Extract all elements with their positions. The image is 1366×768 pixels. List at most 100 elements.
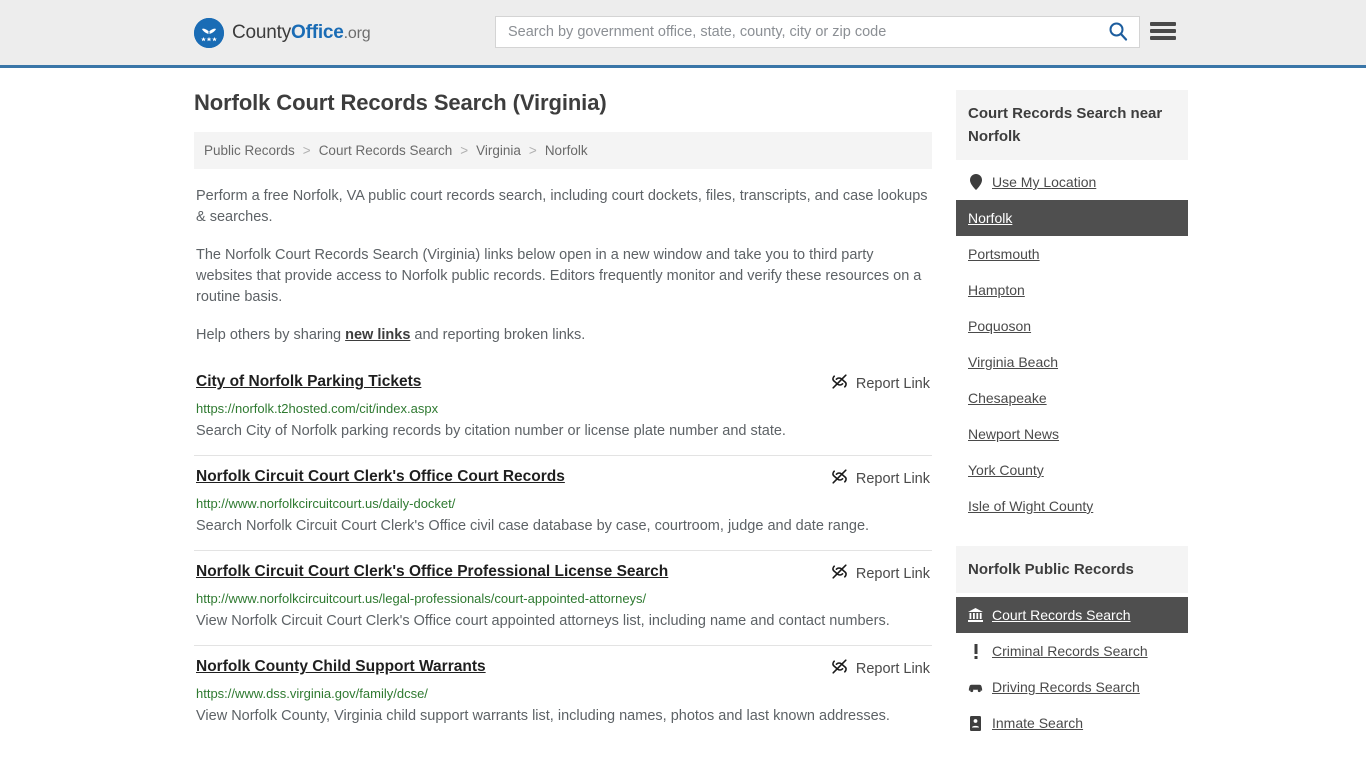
report-link-label: Report Link — [855, 565, 930, 582]
intro-paragraph-1: Perform a free Norfolk, VA public court … — [196, 188, 928, 225]
brand-part-office: Office — [291, 21, 344, 43]
sidebar-city-item-norfolk[interactable]: Norfolk — [956, 200, 1188, 236]
hamburger-menu-icon[interactable] — [1150, 20, 1176, 42]
sidebar-city-label: Hampton — [968, 282, 1025, 298]
result-item: City of Norfolk Parking Tickets Report Li… — [194, 366, 932, 455]
id-card-icon — [968, 715, 983, 731]
hamburger-bar — [1150, 22, 1176, 26]
sidebar-city-label: Portsmouth — [968, 246, 1040, 262]
exclamation-icon — [968, 643, 983, 659]
sidebar-record-label: Driving Records Search — [992, 679, 1140, 695]
sidebar-city-item-isle-of-wight-county[interactable]: Isle of Wight County — [956, 488, 1188, 524]
report-link-label: Report Link — [855, 470, 930, 487]
hamburger-bar — [1150, 29, 1176, 33]
report-link-button[interactable]: Report Link — [831, 562, 930, 584]
breadcrumb-separator: > — [460, 143, 469, 158]
results-list: City of Norfolk Parking Tickets Report Li… — [194, 366, 932, 740]
sidebar-item-use-my-location[interactable]: Use My Location — [956, 164, 1188, 200]
result-item: Norfolk Circuit Court Clerk's Office Pro… — [194, 550, 932, 645]
sidebar-city-item-chesapeake[interactable]: Chesapeake — [956, 380, 1188, 416]
courthouse-icon — [968, 608, 983, 622]
broken-link-icon — [831, 468, 848, 489]
result-item: Norfolk County Child Support Warrants Rep… — [194, 645, 932, 740]
intro-p3-before: Help others by sharing — [196, 327, 346, 343]
intro-text: Perform a free Norfolk, VA public court … — [194, 186, 932, 346]
sidebar-record-item-driving-records-search[interactable]: Driving Records Search — [956, 669, 1188, 705]
report-link-label: Report Link — [855, 375, 930, 392]
search-button[interactable] — [1097, 17, 1139, 47]
brand-text: CountyOffice.org — [232, 21, 371, 44]
search-bar — [495, 16, 1140, 48]
result-header: Norfolk Circuit Court Clerk's Office Cou… — [196, 467, 930, 489]
sidebar-record-label: Inmate Search — [992, 715, 1084, 731]
page-body: Norfolk Court Records Search (Virginia) … — [0, 68, 1366, 741]
sidebar-city-item-virginia-beach[interactable]: Virginia Beach — [956, 344, 1188, 380]
report-link-button[interactable]: Report Link — [831, 657, 930, 679]
sidebar-city-item-newport-news[interactable]: Newport News — [956, 416, 1188, 452]
breadcrumb-item-court-records-search[interactable]: Court Records Search — [319, 143, 453, 158]
sidebar-public-records-heading: Norfolk Public Records — [956, 546, 1188, 593]
site-logo[interactable]: CountyOffice.org — [194, 17, 371, 48]
result-url: https://norfolk.t2hosted.com/cit/index.a… — [196, 401, 439, 416]
brand-part-county: County — [232, 21, 292, 43]
report-link-button[interactable]: Report Link — [831, 372, 930, 394]
page-title: Norfolk Court Records Search (Virginia) — [194, 90, 607, 115]
sidebar-city-label: Isle of Wight County — [968, 498, 1094, 514]
sidebar-record-label: Court Records Search — [992, 607, 1131, 623]
search-input[interactable] — [496, 17, 1097, 47]
main-column: Norfolk Court Records Search (Virginia) … — [194, 68, 932, 741]
hamburger-bar — [1150, 36, 1176, 40]
result-url: https://www.dss.virginia.gov/family/dcse… — [196, 686, 428, 701]
breadcrumb-separator: > — [528, 143, 537, 158]
intro-paragraph-2: The Norfolk Court Records Search (Virgin… — [196, 247, 922, 305]
sidebar-city-item-portsmouth[interactable]: Portsmouth — [956, 236, 1188, 272]
sidebar-nearby-heading: Court Records Search near Norfolk — [956, 90, 1188, 160]
new-links-link[interactable]: new links — [345, 327, 410, 343]
result-title-link[interactable]: City of Norfolk Parking Tickets — [196, 372, 421, 392]
sidebar-record-item-criminal-records-search[interactable]: Criminal Records Search — [956, 633, 1188, 669]
broken-link-icon — [831, 658, 848, 679]
search-icon — [1108, 21, 1128, 44]
result-header: City of Norfolk Parking Tickets Report Li… — [196, 372, 930, 394]
sidebar-city-item-poquoson[interactable]: Poquoson — [956, 308, 1188, 344]
report-link-label: Report Link — [855, 660, 930, 677]
result-description: View Norfolk Circuit Court Clerk's Offic… — [196, 613, 890, 629]
broken-link-icon — [831, 373, 848, 394]
broken-link-icon — [831, 563, 848, 584]
sidebar: Court Records Search near Norfolk Use My… — [956, 68, 1188, 741]
result-title-link[interactable]: Norfolk County Child Support Warrants — [196, 657, 486, 677]
result-title-link[interactable]: Norfolk Circuit Court Clerk's Office Cou… — [196, 467, 565, 487]
intro-p3-after: and reporting broken links. — [410, 327, 586, 343]
brand-part-org: .org — [343, 24, 371, 42]
intro-paragraph-3: Help others by sharing new links and rep… — [194, 325, 932, 346]
breadcrumb: Public Records > Court Records Search > … — [194, 132, 932, 169]
result-description: View Norfolk County, Virginia child supp… — [196, 708, 890, 724]
sidebar-city-label: Virginia Beach — [968, 354, 1059, 370]
eagle-stars-logo-icon — [194, 17, 224, 48]
sidebar-city-item-york-county[interactable]: York County — [956, 452, 1188, 488]
breadcrumb-item-norfolk: Norfolk — [544, 143, 588, 158]
result-header: Norfolk County Child Support Warrants Rep… — [196, 657, 930, 679]
result-item: Norfolk Circuit Court Clerk's Office Cou… — [194, 455, 932, 550]
result-url: http://www.norfolkcircuitcourt.us/legal-… — [196, 591, 647, 606]
sidebar-record-item-inmate-search[interactable]: Inmate Search — [956, 705, 1188, 741]
car-icon — [968, 682, 983, 693]
result-header: Norfolk Circuit Court Clerk's Office Pro… — [196, 562, 930, 584]
sidebar-city-label: Chesapeake — [968, 390, 1047, 406]
sidebar-city-label: Norfolk — [968, 210, 1013, 226]
breadcrumb-item-virginia[interactable]: Virginia — [476, 143, 521, 158]
sidebar-city-label: Newport News — [968, 426, 1060, 442]
sidebar-record-item-court-records-search[interactable]: Court Records Search — [956, 597, 1188, 633]
sidebar-record-label: Criminal Records Search — [992, 643, 1148, 659]
site-header: CountyOffice.org — [0, 0, 1366, 68]
sidebar-city-label: Poquoson — [968, 318, 1032, 334]
sidebar-use-my-location-label: Use My Location — [992, 174, 1097, 190]
result-description: Search City of Norfolk parking records b… — [196, 423, 786, 439]
result-title-link[interactable]: Norfolk Circuit Court Clerk's Office Pro… — [196, 562, 668, 582]
map-pin-icon — [968, 174, 983, 190]
report-link-button[interactable]: Report Link — [831, 467, 930, 489]
sidebar-public-records-list: Court Records Search Criminal Records Sea… — [956, 597, 1188, 741]
breadcrumb-separator: > — [302, 143, 311, 158]
breadcrumb-item-public-records[interactable]: Public Records — [204, 143, 295, 158]
sidebar-city-item-hampton[interactable]: Hampton — [956, 272, 1188, 308]
